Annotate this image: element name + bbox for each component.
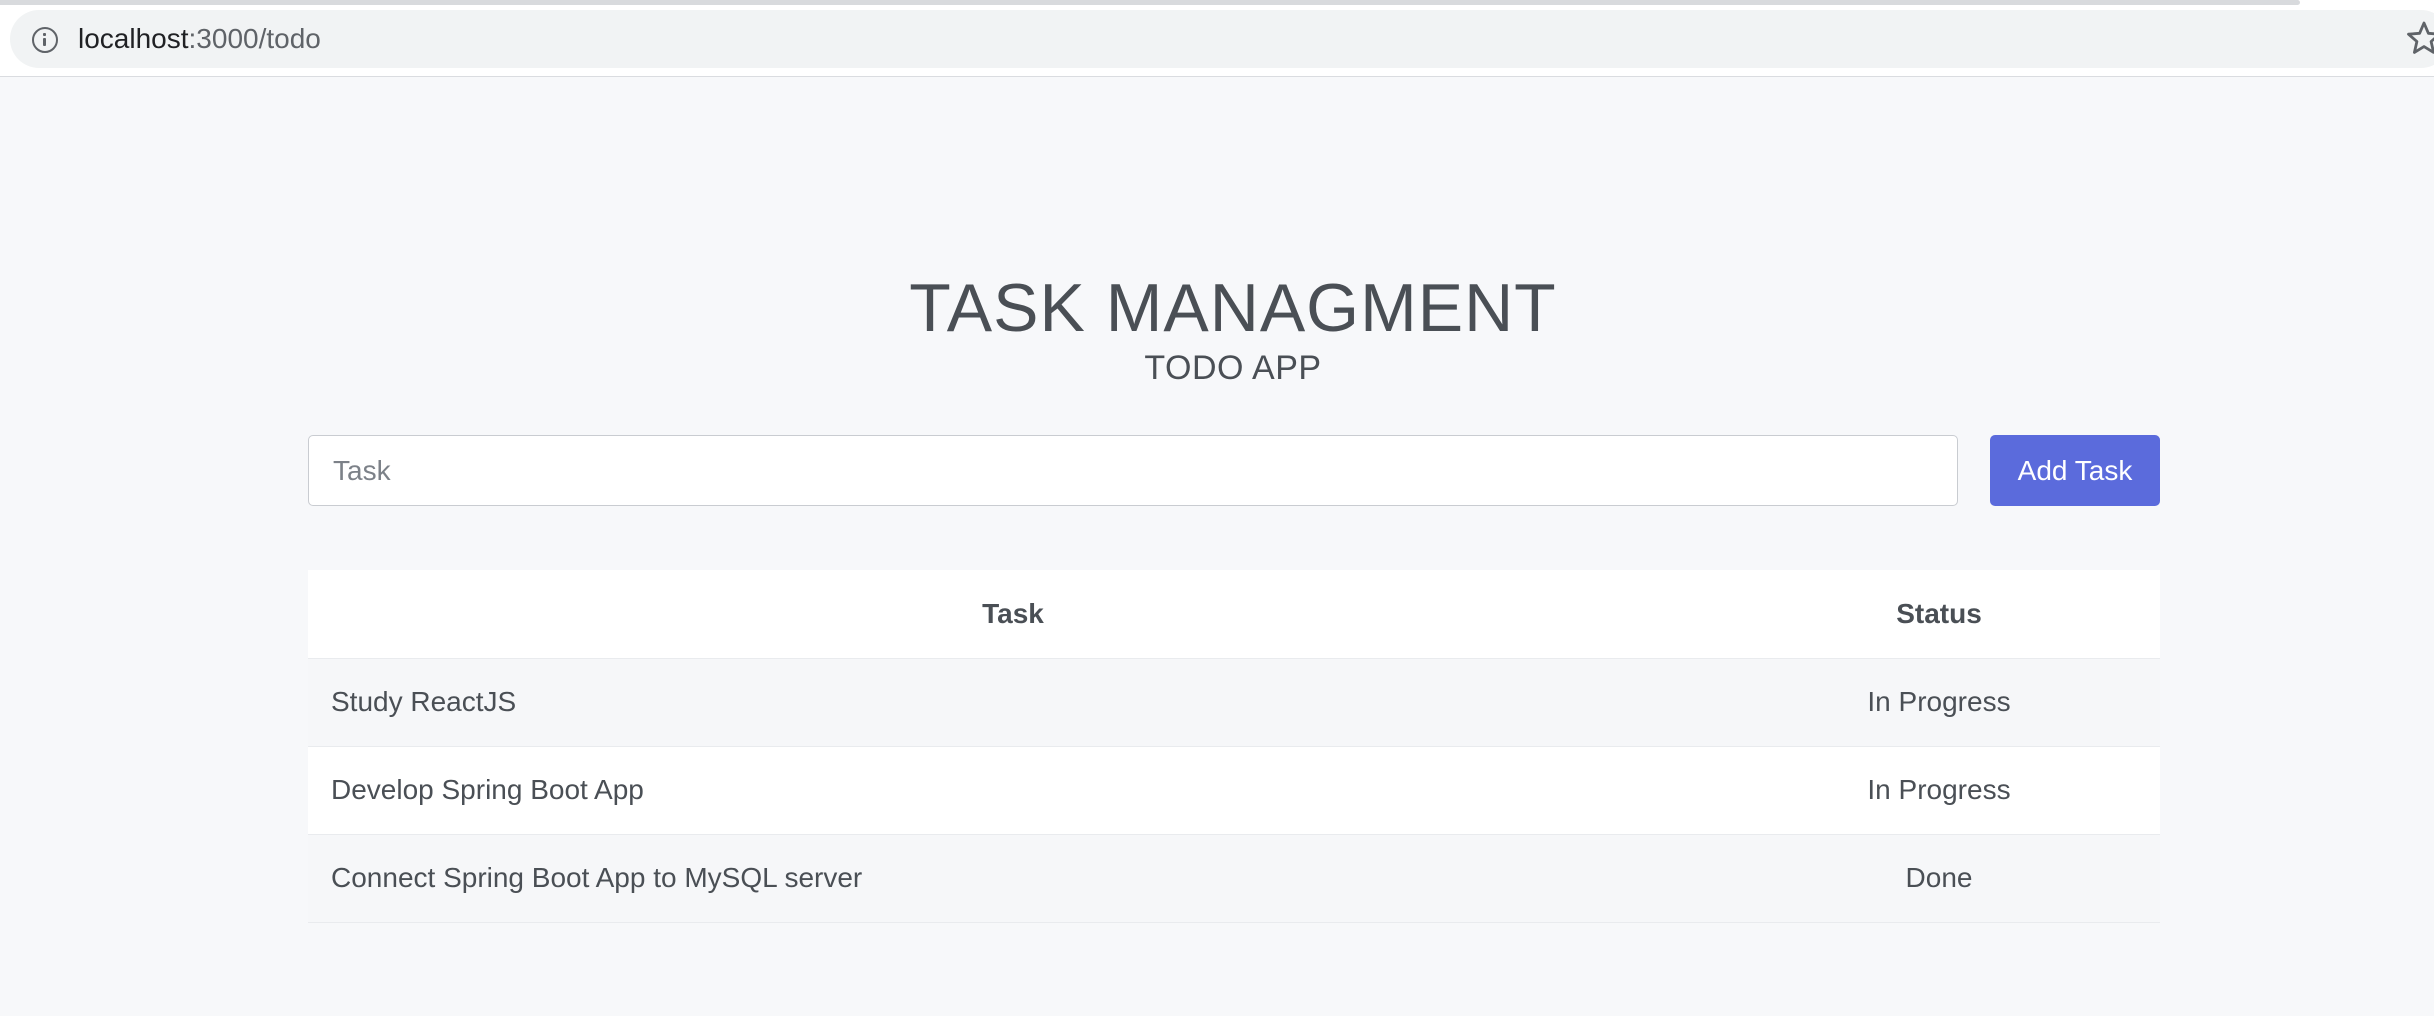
task-status-cell: Done	[1718, 834, 2160, 923]
table-row[interactable]: Connect Spring Boot App to MySQL server …	[308, 834, 2160, 923]
column-header-task[interactable]: Task	[308, 570, 1718, 659]
url-path: :3000/todo	[188, 23, 321, 54]
bookmark-star-icon[interactable]	[2404, 18, 2434, 58]
address-bar[interactable]	[10, 10, 2434, 68]
table-row[interactable]: Develop Spring Boot App In Progress	[308, 746, 2160, 835]
column-header-status[interactable]: Status	[1718, 570, 2160, 659]
task-status-cell: In Progress	[1718, 658, 2160, 747]
task-name-cell: Develop Spring Boot App	[308, 746, 1718, 835]
url-host: localhost	[78, 23, 189, 54]
task-input[interactable]	[308, 435, 1958, 506]
table-header-row: Task Status	[308, 570, 2160, 659]
browser-toolbar: localhost:3000/todo	[0, 0, 2434, 77]
add-task-button[interactable]: Add Task	[1990, 435, 2160, 506]
task-name-cell: Study ReactJS	[308, 658, 1718, 747]
task-table: Task Status Study ReactJS In Progress De…	[308, 570, 2160, 923]
page-subtitle: TODO APP	[1144, 349, 1322, 387]
page-load-indicator	[0, 0, 2300, 5]
table-row[interactable]: Study ReactJS In Progress	[308, 658, 2160, 747]
site-info-icon[interactable]	[32, 27, 58, 53]
task-name-cell: Connect Spring Boot App to MySQL server	[308, 834, 1718, 923]
address-url[interactable]: localhost:3000/todo	[78, 21, 321, 57]
task-status-cell: In Progress	[1718, 746, 2160, 835]
page-title: TASK MANAGMENT	[909, 270, 1557, 346]
